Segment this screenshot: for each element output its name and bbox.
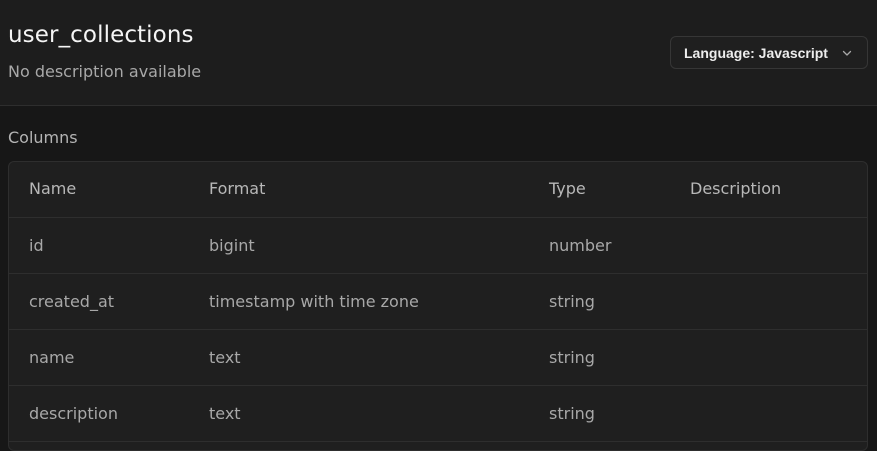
page-title: user_collections xyxy=(8,22,194,48)
cell-name: created_at xyxy=(29,292,115,311)
page-description: No description available xyxy=(8,62,202,81)
language-select[interactable]: Language: Javascript xyxy=(670,36,868,69)
cell-name: name xyxy=(29,348,75,367)
table-row: id bigint number xyxy=(9,218,867,274)
cell-name: id xyxy=(29,236,44,255)
table-header-row: Name Format Type Description xyxy=(9,162,867,218)
cell-name: description xyxy=(29,404,118,423)
table-row: description text string xyxy=(9,386,867,442)
cell-type: string xyxy=(549,348,595,367)
chevron-down-icon xyxy=(842,50,852,56)
cell-format: bigint xyxy=(209,236,255,255)
cell-type: string xyxy=(549,404,595,423)
column-header-type: Type xyxy=(549,179,586,198)
cell-type: number xyxy=(549,236,612,255)
language-select-label: Language: Javascript xyxy=(684,44,828,61)
table-header-panel: user_collections No description availabl… xyxy=(0,0,877,106)
cell-format: timestamp with time zone xyxy=(209,292,419,311)
columns-table: Name Format Type Description id bigint n… xyxy=(8,161,868,451)
cell-type: string xyxy=(549,292,595,311)
columns-section-label: Columns xyxy=(8,128,78,147)
column-header-description: Description xyxy=(690,179,782,198)
column-header-name: Name xyxy=(29,179,77,198)
cell-format: text xyxy=(209,404,241,423)
table-row: created_at timestamp with time zone stri… xyxy=(9,274,867,330)
cell-format: text xyxy=(209,348,241,367)
column-header-format: Format xyxy=(209,179,266,198)
table-row: name text string xyxy=(9,330,867,386)
